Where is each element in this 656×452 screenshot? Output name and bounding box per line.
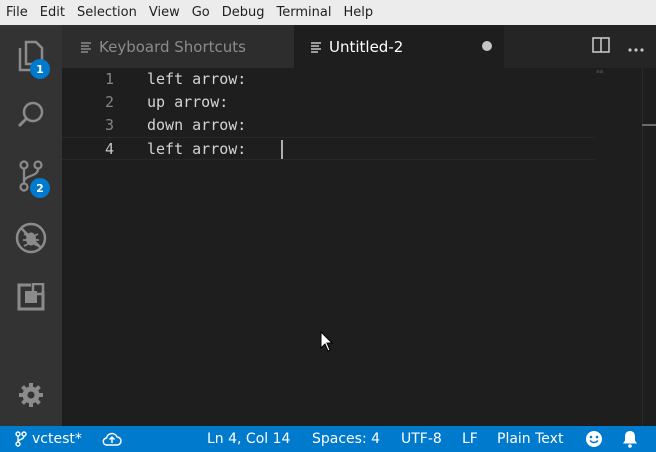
editor-line-current: 4 left arrow: bbox=[62, 137, 595, 160]
menu-go[interactable]: Go bbox=[186, 0, 216, 25]
editor[interactable]: ≡≡ 1 left arrow: 2 up arrow: 3 down arro… bbox=[62, 68, 656, 426]
end-of-line[interactable]: LF bbox=[462, 426, 478, 452]
editor-line: 2 up arrow: bbox=[62, 91, 595, 114]
notifications-button[interactable] bbox=[622, 426, 638, 452]
status-bar: vctest* Ln 4, Col 14 Spaces: 4 UTF-8 LF … bbox=[0, 426, 656, 452]
menu-selection[interactable]: Selection bbox=[71, 0, 143, 25]
source-control-button[interactable]: 2 bbox=[0, 147, 62, 205]
scrollbar-cursor-marker bbox=[642, 124, 656, 126]
menu-debug[interactable]: Debug bbox=[216, 0, 271, 25]
editor-line: 3 down arrow: bbox=[62, 114, 595, 137]
branch-name: vctest* bbox=[32, 431, 82, 447]
sync-button[interactable] bbox=[102, 426, 122, 452]
tab-untitled-2[interactable]: Untitled-2 bbox=[294, 25, 504, 68]
search-button[interactable] bbox=[0, 86, 62, 144]
search-icon bbox=[16, 100, 46, 130]
lines-icon bbox=[310, 41, 322, 53]
line-number: 3 bbox=[104, 116, 114, 134]
explorer-badge: 1 bbox=[30, 59, 50, 79]
menu-terminal[interactable]: Terminal bbox=[271, 0, 338, 25]
explorer-button[interactable]: 1 bbox=[0, 27, 62, 85]
branch-indicator[interactable]: vctest* bbox=[15, 426, 82, 452]
debug-icon bbox=[14, 221, 48, 255]
manage-button[interactable] bbox=[0, 366, 62, 424]
tab-label: Untitled-2 bbox=[329, 37, 404, 56]
line-text: down arrow: bbox=[147, 116, 247, 134]
language-mode[interactable]: Plain Text bbox=[497, 426, 563, 452]
scm-badge: 2 bbox=[30, 178, 50, 198]
lines-icon bbox=[80, 41, 92, 53]
line-text: up arrow: bbox=[147, 93, 229, 111]
vertical-scrollbar[interactable] bbox=[642, 68, 656, 426]
tab-label: Keyboard Shortcuts bbox=[99, 37, 246, 56]
line-number: 2 bbox=[104, 93, 114, 111]
tab-bar: Keyboard Shortcuts Untitled-2 bbox=[62, 25, 656, 68]
extensions-icon bbox=[17, 283, 45, 311]
editor-line: 1 left arrow: bbox=[62, 68, 595, 91]
menu-file[interactable]: File bbox=[0, 0, 34, 25]
minimap[interactable]: ≡≡ bbox=[596, 69, 606, 76]
bell-icon bbox=[622, 430, 638, 448]
menu-view[interactable]: View bbox=[143, 0, 186, 25]
cursor-position[interactable]: Ln 4, Col 14 bbox=[207, 426, 290, 452]
encoding[interactable]: UTF-8 bbox=[401, 426, 442, 452]
split-editor-icon[interactable] bbox=[592, 36, 610, 57]
menu-edit[interactable]: Edit bbox=[34, 0, 71, 25]
menu-bar: File Edit Selection View Go Debug Termin… bbox=[0, 0, 656, 25]
feedback-button[interactable] bbox=[585, 426, 603, 452]
gear-icon bbox=[18, 382, 44, 408]
smiley-icon bbox=[585, 430, 603, 448]
line-number: 4 bbox=[104, 140, 114, 158]
line-number: 1 bbox=[104, 70, 114, 88]
line-text: left arrow: bbox=[147, 70, 247, 88]
unsaved-dot-icon[interactable] bbox=[482, 41, 492, 51]
branch-icon bbox=[15, 431, 27, 447]
text-cursor bbox=[281, 140, 283, 159]
activity-bar: 1 2 bbox=[0, 25, 62, 426]
indentation[interactable]: Spaces: 4 bbox=[312, 426, 380, 452]
debug-button[interactable] bbox=[0, 209, 62, 267]
menu-help[interactable]: Help bbox=[337, 0, 379, 25]
more-actions-icon[interactable] bbox=[628, 37, 644, 56]
tab-keyboard-shortcuts[interactable]: Keyboard Shortcuts bbox=[62, 25, 294, 68]
mouse-pointer-icon bbox=[320, 330, 334, 357]
extensions-button[interactable] bbox=[0, 268, 62, 326]
cloud-upload-icon bbox=[102, 432, 122, 446]
editor-actions bbox=[592, 25, 644, 68]
line-text: left arrow: bbox=[147, 140, 256, 158]
